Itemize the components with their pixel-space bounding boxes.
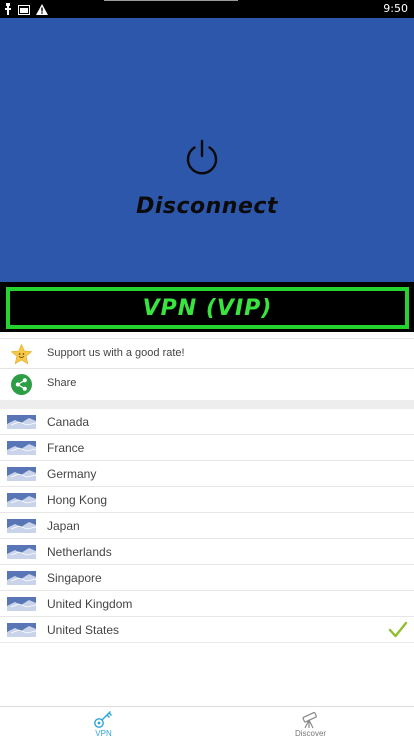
section-separator (0, 400, 414, 409)
server-row-united-states[interactable]: United States (0, 617, 414, 643)
country-name: Netherlands (47, 545, 112, 559)
vip-button[interactable]: VPN (VIP) (6, 287, 409, 329)
photo-icon (18, 4, 30, 15)
country-name: Singapore (47, 571, 102, 585)
telescope-icon (302, 711, 317, 729)
server-row-germany[interactable]: Germany (0, 461, 414, 487)
usb-icon (5, 3, 11, 15)
country-name: United Kingdom (47, 597, 133, 611)
status-divider (104, 0, 238, 1)
country-name: Japan (47, 519, 80, 533)
key-icon (94, 711, 112, 728)
status-bar: 9:50 (0, 0, 414, 18)
country-name: Hong Kong (47, 493, 108, 507)
server-row-canada[interactable]: Canada (0, 409, 414, 435)
server-row-japan[interactable]: Japan (0, 513, 414, 539)
flag-icon (7, 467, 36, 481)
server-list: Canada France Germany Hong Kong Japan Ne… (0, 409, 414, 643)
tab-discover[interactable]: Discover (207, 707, 414, 742)
flag-icon (7, 415, 36, 429)
country-name: United States (47, 623, 120, 637)
checkmark-icon (388, 621, 408, 638)
country-name: France (47, 441, 85, 455)
tab-vpn-label: VPN (95, 729, 112, 738)
share-row[interactable]: Share (0, 369, 414, 399)
connection-status-label[interactable]: Disconnect (0, 194, 414, 219)
tab-vpn[interactable]: VPN (0, 707, 207, 742)
flag-icon (7, 623, 36, 637)
status-time: 9:50 (383, 2, 408, 15)
bottom-nav: VPN Discover (0, 706, 414, 741)
connection-panel: Disconnect (0, 18, 414, 282)
vip-banner: VPN (VIP) (0, 282, 414, 332)
flag-icon (7, 545, 36, 559)
vip-label: VPN (VIP) (142, 295, 273, 321)
star-smile-icon (11, 344, 32, 365)
flag-icon (7, 493, 36, 507)
warning-icon (36, 3, 48, 15)
rate-us-label: Support us with a good rate! (47, 347, 185, 359)
country-name: Canada (47, 415, 90, 429)
server-row-hong-kong[interactable]: Hong Kong (0, 487, 414, 513)
server-row-singapore[interactable]: Singapore (0, 565, 414, 591)
country-name: Germany (47, 467, 97, 481)
flag-icon (7, 441, 36, 455)
server-row-netherlands[interactable]: Netherlands (0, 539, 414, 565)
flag-icon (7, 519, 36, 533)
power-icon[interactable] (183, 138, 221, 176)
flag-icon (7, 597, 36, 611)
server-row-france[interactable]: France (0, 435, 414, 461)
rate-us-row[interactable]: Support us with a good rate! (0, 339, 414, 369)
status-icons (4, 2, 48, 16)
flag-icon (7, 571, 36, 585)
share-label: Share (47, 377, 77, 389)
share-icon (11, 374, 32, 395)
server-row-united-kingdom[interactable]: United Kingdom (0, 591, 414, 617)
tab-discover-label: Discover (294, 729, 327, 738)
